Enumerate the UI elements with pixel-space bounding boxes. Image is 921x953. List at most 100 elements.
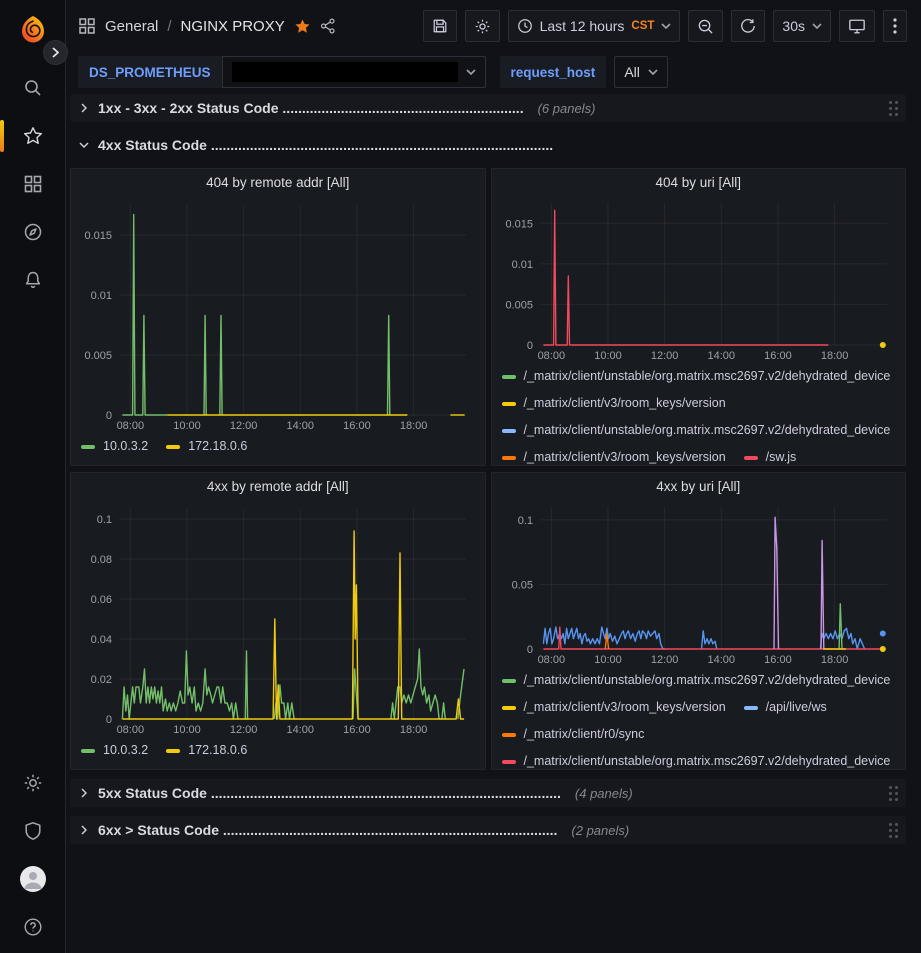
favorite-star-icon[interactable] <box>294 18 311 35</box>
variable-select-request-host[interactable]: All <box>614 56 668 88</box>
chevron-down-icon <box>812 23 822 29</box>
legend-label: /sw.js <box>766 444 797 465</box>
chart-4xx-by-remote-addr[interactable]: 08:0010:0012:0014:0016:0018:0000.020.040… <box>73 501 478 737</box>
timezone-label: CST <box>631 20 654 32</box>
svg-text:0: 0 <box>526 340 532 352</box>
share-icon[interactable] <box>320 18 336 34</box>
legend-item[interactable]: /_matrix/client/v3/room_keys/version <box>502 694 726 721</box>
dashboard-settings-button[interactable] <box>465 10 500 42</box>
legend-swatch <box>502 375 516 379</box>
svg-text:08:00: 08:00 <box>537 350 565 362</box>
save-icon <box>432 18 448 34</box>
legend: /_matrix/client/unstable/org.matrix.msc2… <box>492 363 906 465</box>
panel-title[interactable]: 4xx by uri [All] <box>492 473 906 499</box>
row-6xx[interactable]: 6xx > Status Code ......................… <box>70 816 906 844</box>
chevron-down-icon <box>466 69 476 75</box>
legend-item[interactable]: /_matrix/client/v3/room_keys/version <box>502 390 726 417</box>
row-title: 4xx Status Code ........................… <box>98 137 553 153</box>
legend-label: /_matrix/client/unstable/org.matrix.msc2… <box>524 667 891 694</box>
legend: /_matrix/client/unstable/org.matrix.msc2… <box>492 667 906 769</box>
legend-label: /_matrix/client/v3/room_keys/version <box>524 694 726 721</box>
sidebar-item-configuration[interactable] <box>11 763 55 803</box>
sidebar-item-server-admin[interactable] <box>11 811 55 851</box>
legend-label: /api/live/ws <box>766 694 827 721</box>
legend-item[interactable]: /_matrix/client/unstable/org.matrix.msc2… <box>502 667 891 694</box>
zoom-out-time-button[interactable] <box>688 10 723 42</box>
refresh-interval-picker[interactable]: 30s <box>773 10 831 42</box>
svg-text:0.015: 0.015 <box>505 219 533 231</box>
variable-select-datasource[interactable] <box>222 56 486 88</box>
clock-icon <box>517 18 533 34</box>
sidebar-item-starred[interactable] <box>11 116 55 156</box>
time-range-picker[interactable]: Last 12 hours CST <box>508 10 681 42</box>
time-range-label: Last 12 hours <box>540 18 625 34</box>
sidebar-item-alerting[interactable] <box>11 260 55 300</box>
main-area: General / NGINX PROXY <box>66 0 921 953</box>
panel-grid: 404 by remote addr [All] 08:0010:0012:00… <box>70 168 906 770</box>
row-drag-handle[interactable] <box>889 786 898 801</box>
more-options-button[interactable] <box>883 10 907 42</box>
cycle-view-mode-button[interactable] <box>839 10 875 42</box>
gear-icon <box>474 18 491 35</box>
svg-text:08:00: 08:00 <box>117 724 145 736</box>
legend-item[interactable]: /_matrix/client/r0/sync <box>502 721 645 748</box>
legend-swatch <box>502 456 516 460</box>
breadcrumb-folder[interactable]: General <box>105 18 158 35</box>
kebab-menu-icon <box>893 18 897 34</box>
svg-text:10:00: 10:00 <box>594 350 622 362</box>
refresh-button[interactable] <box>731 10 765 42</box>
svg-text:0: 0 <box>106 714 112 726</box>
chart-4xx-by-uri[interactable]: 08:0010:0012:0014:0016:0018:0000.050.1 <box>494 499 899 667</box>
svg-text:12:00: 12:00 <box>650 350 678 362</box>
row-title: 6xx > Status Code ......................… <box>98 822 557 838</box>
legend-item[interactable]: 172.18.0.6 <box>166 737 247 764</box>
legend-swatch <box>502 733 516 737</box>
svg-text:12:00: 12:00 <box>230 724 258 736</box>
legend-label: 172.18.0.6 <box>188 737 247 764</box>
save-dashboard-button[interactable] <box>423 10 457 42</box>
legend-label: /_matrix/client/v3/room_keys/version <box>524 444 726 465</box>
panel-title[interactable]: 404 by uri [All] <box>492 169 906 195</box>
legend-item[interactable]: /_matrix/client/unstable/org.matrix.msc2… <box>502 748 891 769</box>
row-5xx[interactable]: 5xx Status Code ........................… <box>70 779 906 807</box>
svg-text:08:00: 08:00 <box>117 420 145 432</box>
legend-item[interactable]: /_matrix/client/v3/room_keys/version <box>502 444 726 465</box>
dashboard-scroll-area[interactable]: 1xx - 3xx - 2xx Status Code ............… <box>66 92 921 953</box>
breadcrumb-dashboard-title[interactable]: NGINX PROXY <box>181 18 285 35</box>
svg-text:12:00: 12:00 <box>650 654 678 666</box>
svg-text:14:00: 14:00 <box>287 724 315 736</box>
sidebar-item-profile[interactable] <box>11 859 55 899</box>
grafana-logo-icon <box>18 14 48 44</box>
legend-swatch <box>166 445 180 449</box>
legend-item[interactable]: 10.0.3.2 <box>81 433 148 460</box>
sidebar-item-explore[interactable] <box>11 212 55 252</box>
search-icon <box>23 78 43 98</box>
legend-item[interactable]: /_matrix/client/unstable/org.matrix.msc2… <box>502 417 891 444</box>
legend-swatch <box>166 749 180 753</box>
legend-item[interactable]: 10.0.3.2 <box>81 737 148 764</box>
legend-swatch <box>744 456 758 460</box>
sidebar-item-search[interactable] <box>11 68 55 108</box>
row-drag-handle[interactable] <box>889 823 898 838</box>
legend-label: /_matrix/client/unstable/org.matrix.msc2… <box>524 748 891 769</box>
sidebar-bottom-group <box>11 759 55 953</box>
row-4xx[interactable]: 4xx Status Code ........................… <box>70 131 906 159</box>
legend-item[interactable]: 172.18.0.6 <box>166 433 247 460</box>
legend-item[interactable]: /_matrix/client/unstable/org.matrix.msc2… <box>502 363 891 390</box>
legend: 10.0.3.2 172.18.0.6 <box>71 433 485 460</box>
svg-text:14:00: 14:00 <box>707 654 735 666</box>
chevron-right-icon <box>78 103 90 113</box>
panel-title[interactable]: 4xx by remote addr [All] <box>71 473 485 501</box>
row-drag-handle[interactable] <box>889 101 898 116</box>
sidebar-expand-button[interactable] <box>43 40 68 65</box>
chart-404-by-remote-addr[interactable]: 08:0010:0012:0014:0016:0018:0000.0050.01… <box>73 197 478 433</box>
legend-item[interactable]: /sw.js <box>744 444 797 465</box>
sidebar-item-help[interactable] <box>11 907 55 947</box>
request-host-value: All <box>624 64 640 80</box>
legend-item[interactable]: /api/live/ws <box>744 694 827 721</box>
row-1xx-3xx-2xx[interactable]: 1xx - 3xx - 2xx Status Code ............… <box>70 94 906 122</box>
top-nav: General / NGINX PROXY <box>66 0 921 52</box>
panel-title[interactable]: 404 by remote addr [All] <box>71 169 485 197</box>
chart-404-by-uri[interactable]: 08:0010:0012:0014:0016:0018:0000.0050.01… <box>494 195 899 363</box>
sidebar-item-dashboards[interactable] <box>11 164 55 204</box>
